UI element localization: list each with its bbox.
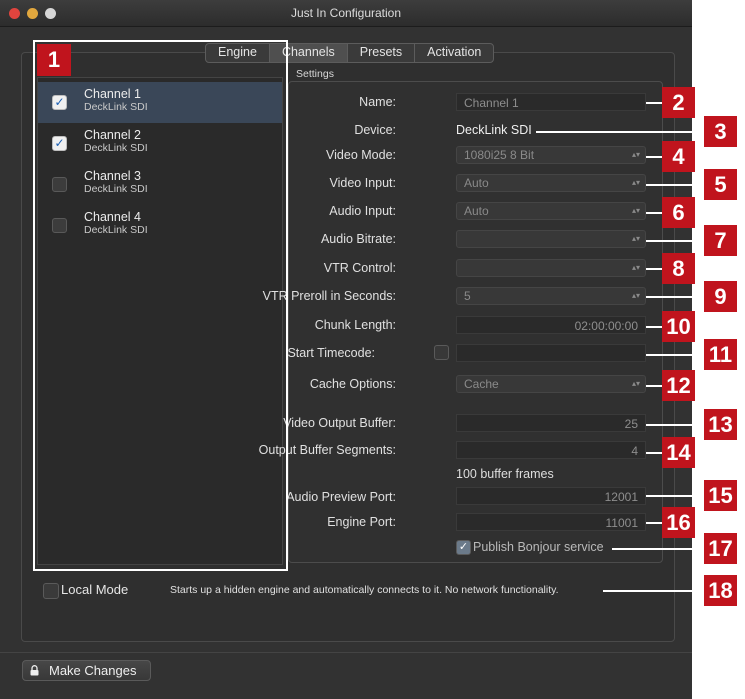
chunk-length-field[interactable]: 02:00:00:00 bbox=[456, 316, 646, 334]
select-arrows-icon: ▴▾ bbox=[631, 206, 640, 215]
video-output-buffer-field[interactable]: 25 bbox=[456, 414, 646, 432]
device-value: DeckLink SDI bbox=[456, 123, 532, 137]
audio-input-value: Auto bbox=[464, 204, 489, 218]
video-input-value: Auto bbox=[464, 176, 489, 190]
name-field[interactable]: Channel 1 bbox=[456, 93, 646, 111]
start-timecode-label: Start Timecode: bbox=[287, 346, 375, 360]
select-arrows-icon: ▴▾ bbox=[631, 379, 640, 388]
callout-leader-line bbox=[646, 326, 662, 328]
tab-activation[interactable]: Activation bbox=[415, 44, 493, 62]
callout-badge: 10 bbox=[662, 311, 695, 342]
callout-badge: 16 bbox=[662, 507, 695, 538]
settings-section-label: Settings bbox=[296, 68, 334, 80]
select-arrows-icon: ▴▾ bbox=[631, 150, 640, 159]
engine-port-field[interactable]: 11001 bbox=[456, 513, 646, 531]
make-changes-label: Make Changes bbox=[49, 663, 137, 678]
callout-badge: 11 bbox=[704, 339, 737, 370]
make-changes-button[interactable]: Make Changes bbox=[22, 660, 151, 681]
callout-leader-line bbox=[603, 590, 704, 592]
chunk-length-label: Chunk Length: bbox=[314, 318, 396, 332]
callout-badge: 12 bbox=[662, 370, 695, 401]
audio-preview-port-label: Audio Preview Port: bbox=[286, 490, 396, 504]
callout-leader-line bbox=[646, 385, 662, 387]
callout-badge: 2 bbox=[662, 87, 695, 118]
select-arrows-icon: ▴▾ bbox=[631, 234, 640, 243]
callout-leader-line bbox=[646, 354, 704, 356]
callout-leader-line bbox=[646, 522, 662, 524]
callout-badge: 18 bbox=[704, 575, 737, 606]
output-buffer-segments-field[interactable]: 4 bbox=[456, 441, 646, 459]
callout-badge: 15 bbox=[704, 480, 737, 511]
callout-leader-line bbox=[646, 452, 662, 454]
title-bar: Just In Configuration bbox=[0, 0, 692, 27]
callout-leader-line bbox=[646, 296, 704, 298]
publish-bonjour-checkbox[interactable]: ✓ bbox=[456, 540, 471, 555]
vtr-preroll-select[interactable]: 5 ▴▾ bbox=[456, 287, 646, 305]
audio-input-label: Audio Input: bbox=[329, 204, 396, 218]
start-timecode-field[interactable] bbox=[456, 344, 646, 362]
callout-leader-line bbox=[646, 240, 704, 242]
callout-leader-line bbox=[646, 156, 662, 158]
buffer-frames-note: 100 buffer frames bbox=[456, 467, 554, 481]
vtr-control-select[interactable]: ▴▾ bbox=[456, 259, 646, 277]
video-input-select[interactable]: Auto ▴▾ bbox=[456, 174, 646, 192]
callout-badge: 1 bbox=[37, 44, 71, 76]
video-mode-select[interactable]: 1080i25 8 Bit ▴▾ bbox=[456, 146, 646, 164]
audio-preview-port-field[interactable]: 12001 bbox=[456, 487, 646, 505]
footer-divider bbox=[0, 652, 692, 653]
local-mode-label: Local Mode bbox=[61, 582, 129, 597]
publish-bonjour-label: Publish Bonjour service bbox=[473, 540, 604, 554]
callout-badge: 13 bbox=[704, 409, 737, 440]
device-label: Device: bbox=[354, 123, 396, 137]
cache-options-value: Cache bbox=[464, 377, 499, 391]
vtr-control-label: VTR Control: bbox=[323, 261, 396, 275]
callout-leader-line bbox=[646, 424, 704, 426]
tab-presets[interactable]: Presets bbox=[348, 44, 416, 62]
callout-leader-line bbox=[646, 495, 704, 497]
callout-badge: 4 bbox=[662, 141, 695, 172]
select-arrows-icon: ▴▾ bbox=[631, 291, 640, 300]
video-mode-value: 1080i25 8 Bit bbox=[464, 148, 535, 162]
callout-leader-line bbox=[536, 131, 704, 133]
audio-input-select[interactable]: Auto ▴▾ bbox=[456, 202, 646, 220]
window-title: Just In Configuration bbox=[290, 6, 402, 20]
callout-badge: 5 bbox=[704, 169, 737, 200]
lock-icon bbox=[30, 665, 39, 676]
callout-badge: 6 bbox=[662, 197, 695, 228]
callout-badge: 9 bbox=[704, 281, 737, 312]
callout-badge: 3 bbox=[704, 116, 737, 147]
callout-leader-line bbox=[612, 548, 704, 550]
local-mode-checkbox[interactable] bbox=[43, 583, 59, 599]
local-mode-description: Starts up a hidden engine and automatica… bbox=[170, 584, 559, 596]
select-arrows-icon: ▴▾ bbox=[631, 263, 640, 272]
channel-list-callout-frame bbox=[33, 40, 288, 571]
video-output-buffer-label: Video Output Buffer: bbox=[283, 416, 396, 430]
video-input-label: Video Input: bbox=[329, 176, 397, 190]
cache-options-select[interactable]: Cache ▴▾ bbox=[456, 375, 646, 393]
audio-bitrate-select[interactable]: ▴▾ bbox=[456, 230, 646, 248]
callout-badge: 14 bbox=[662, 437, 695, 468]
callout-leader-line bbox=[646, 102, 662, 104]
callout-badge: 17 bbox=[704, 533, 737, 564]
callout-leader-line bbox=[646, 212, 662, 214]
callout-leader-line bbox=[646, 184, 704, 186]
audio-bitrate-label: Audio Bitrate: bbox=[320, 232, 396, 246]
engine-port-label: Engine Port: bbox=[327, 515, 396, 529]
cache-options-label: Cache Options: bbox=[309, 377, 396, 391]
vtr-preroll-value: 5 bbox=[464, 289, 471, 303]
name-label: Name: bbox=[359, 95, 396, 109]
start-timecode-checkbox[interactable] bbox=[434, 345, 449, 360]
select-arrows-icon: ▴▾ bbox=[631, 178, 640, 187]
callout-badge: 7 bbox=[704, 225, 737, 256]
video-mode-label: Video Mode: bbox=[326, 148, 396, 162]
callout-leader-line bbox=[646, 268, 662, 270]
callout-badge: 8 bbox=[662, 253, 695, 284]
